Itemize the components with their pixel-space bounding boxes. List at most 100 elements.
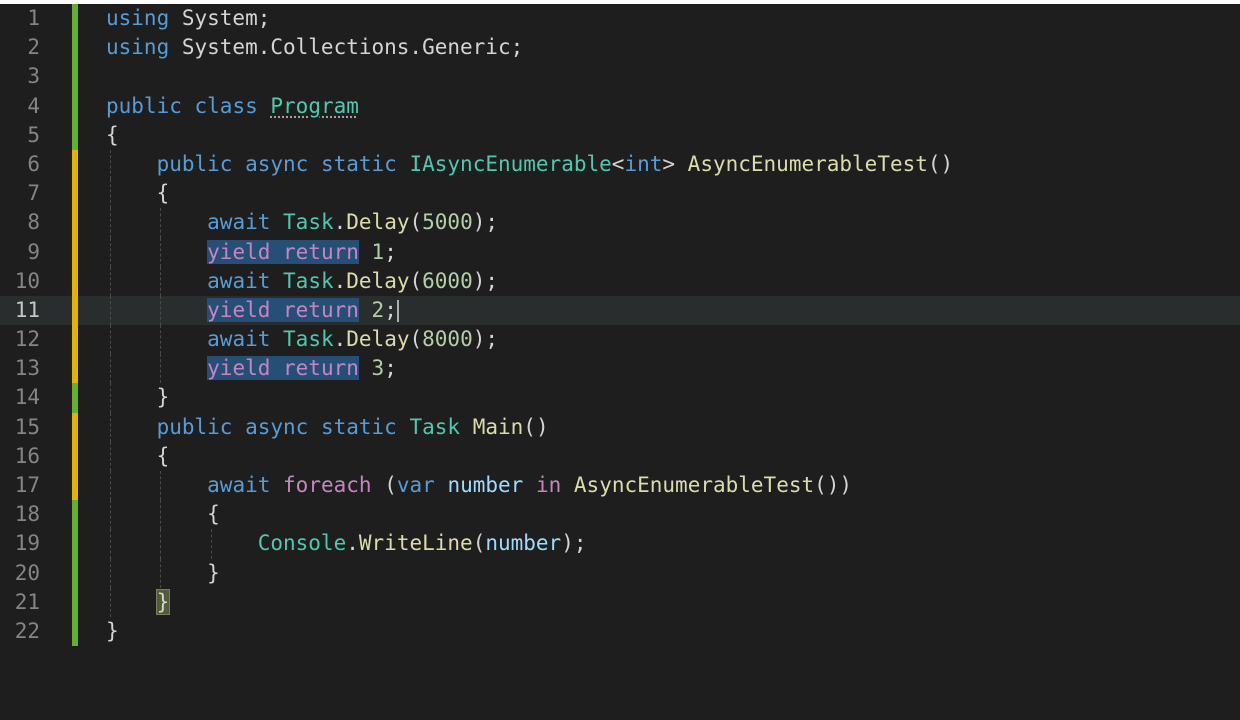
gutter-modified-marker[interactable] (72, 441, 78, 471)
code-line[interactable]: 17 await foreach (var number in AsyncEnu… (0, 471, 1240, 501)
code-text[interactable]: public class Program (106, 92, 359, 121)
code-line[interactable]: 7 { (0, 179, 1240, 209)
gutter-modified-marker[interactable] (72, 325, 78, 355)
line-number: 1 (27, 6, 40, 30)
code-line[interactable]: 14 } (0, 383, 1240, 413)
gutter-added-marker[interactable] (72, 529, 78, 559)
line-number: 19 (14, 531, 40, 556)
code-token: . (333, 268, 347, 293)
code-line[interactable]: 8 await Task.Delay(5000); (0, 208, 1240, 238)
gutter-modified-marker[interactable] (72, 237, 78, 267)
code-token: ); (472, 268, 499, 293)
code-text[interactable]: { (106, 500, 220, 529)
gutter-modified-marker[interactable] (72, 471, 78, 501)
line-number: 3 (27, 64, 40, 89)
gutter-modified-marker[interactable] (72, 149, 78, 180)
code-line[interactable]: 22} (0, 616, 1240, 647)
gutter-added-marker[interactable] (72, 500, 78, 530)
code-token: < (611, 151, 625, 176)
code-line[interactable]: 3 (0, 62, 1240, 92)
code-line[interactable]: 1 using System; (0, 4, 1240, 34)
code-text[interactable]: } (106, 588, 171, 617)
code-token: () (927, 151, 954, 176)
code-text[interactable]: using System.Collections.Generic; (106, 33, 523, 62)
code-text[interactable]: await foreach (var number in AsyncEnumer… (106, 471, 852, 500)
code-text[interactable]: await Task.Delay(5000); (106, 208, 498, 237)
gutter-added-marker[interactable] (72, 33, 78, 63)
gutter-added-marker[interactable] (72, 120, 78, 150)
code-line[interactable]: 12 await Task.Delay(8000); (0, 325, 1240, 355)
code-token: Delay (346, 268, 410, 293)
code-line[interactable]: 2 using System.Collections.Generic; (0, 33, 1240, 63)
gutter-added-marker[interactable] (72, 62, 78, 92)
code-token: ( (371, 473, 397, 497)
code-token: public (156, 414, 233, 439)
code-text[interactable]: yield return 1; (106, 238, 397, 267)
code-text[interactable]: public async static IAsyncEnumerable<int… (106, 150, 954, 179)
code-text[interactable]: { (106, 121, 119, 150)
code-token: ; (384, 297, 397, 322)
code-line[interactable]: 20 } (0, 558, 1240, 588)
code-text[interactable]: await Task.Delay(6000); (106, 267, 498, 296)
gutter-added-marker[interactable] (72, 558, 78, 588)
code-token: { (156, 181, 170, 206)
gutter-added-marker[interactable] (72, 91, 78, 121)
code-line[interactable]: 13 yield return 3; (0, 354, 1240, 384)
gutter-modified-marker[interactable] (72, 295, 78, 326)
code-token: . (333, 327, 347, 352)
code-line[interactable]: 19 Console.WriteLine(number); (0, 529, 1240, 559)
code-token: ( (472, 531, 486, 556)
code-line[interactable]: 6 public async static IAsyncEnumerable<i… (0, 149, 1240, 180)
gutter-added-marker[interactable] (72, 383, 78, 413)
code-text[interactable]: yield return 3; (106, 354, 397, 383)
code-token: ( (409, 327, 423, 352)
code-line[interactable]: 10 await Task.Delay(6000); (0, 266, 1240, 296)
code-line[interactable]: 18 { (0, 500, 1240, 530)
gutter-added-marker[interactable] (72, 4, 78, 34)
code-lines[interactable]: 1 using System; 2 using System.Collections.… (0, 4, 1240, 647)
code-text[interactable]: public async static Task Main() (106, 413, 549, 442)
gutter-modified-marker[interactable] (72, 266, 78, 296)
code-token: > (662, 151, 688, 176)
code-text[interactable]: { (106, 179, 170, 208)
gutter-modified-marker[interactable] (72, 179, 78, 209)
code-text[interactable]: } (106, 383, 170, 412)
code-token: Main (472, 414, 524, 439)
code-line[interactable]: 15 public async static Task Main() (0, 412, 1240, 442)
gutter-modified-marker[interactable] (72, 412, 78, 442)
code-text[interactable]: } (106, 559, 220, 588)
code-line[interactable]: 21 } (0, 587, 1240, 617)
line-number: 7 (27, 181, 40, 206)
gutter-modified-marker[interactable] (72, 208, 78, 238)
code-text[interactable]: using System; (106, 4, 270, 33)
code-line[interactable]: 5{ (0, 120, 1240, 150)
code-token: 2 (371, 297, 385, 322)
gutter-modified-marker[interactable] (72, 354, 78, 384)
line-number: 8 (27, 210, 40, 235)
gutter-added-marker[interactable] (72, 587, 78, 617)
code-line[interactable]: 9 yield return 1; (0, 237, 1240, 267)
code-token: await (207, 210, 271, 235)
code-text[interactable]: { (106, 442, 170, 471)
code-line[interactable]: 4 public class Program (0, 91, 1240, 121)
code-line[interactable]: 11 yield return 2; (0, 295, 1240, 326)
code-text[interactable]: Console.WriteLine(number); (106, 529, 587, 558)
code-text[interactable]: } (106, 617, 119, 646)
code-line[interactable]: 16 { (0, 441, 1240, 471)
gutter-added-marker[interactable] (72, 616, 78, 647)
code-text[interactable]: yield return 2; (106, 296, 399, 325)
code-text[interactable]: await Task.Delay(8000); (106, 325, 498, 354)
code-token: System.Collections.Generic; (169, 35, 524, 60)
code-editor[interactable]: 1 using System; 2 using System.Collections.… (0, 0, 1240, 720)
